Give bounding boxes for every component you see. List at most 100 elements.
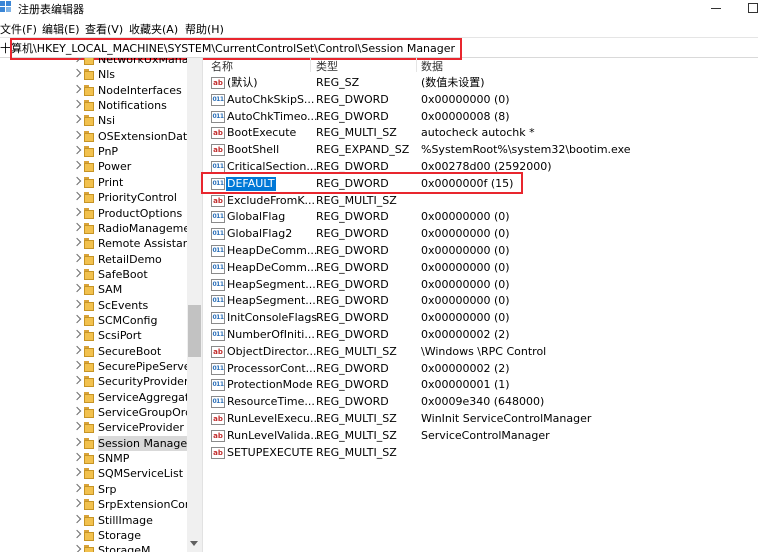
value-row[interactable]: 011 HeapSegment... REG_DWORD 0x00000000 (0) <box>204 277 758 293</box>
tree-item[interactable]: SrpExtensionCon <box>0 497 202 512</box>
tree-item[interactable]: RadioManageme <box>0 221 202 236</box>
value-row[interactable]: 011 ProtectionMode REG_DWORD 0x00000001 (1) <box>204 377 758 393</box>
chevron-right-icon[interactable] <box>72 391 82 400</box>
tree-item[interactable]: StorageM <box>0 543 202 552</box>
tree-item[interactable]: SQMServiceList <box>0 466 202 481</box>
value-row[interactable]: 011 HeapDeComm... REG_DWORD 0x00000000 (0) <box>204 243 758 259</box>
tree-item[interactable]: Print <box>0 175 202 190</box>
tree-item[interactable]: RetailDemo <box>0 252 202 267</box>
tree-item[interactable]: Srp <box>0 482 202 497</box>
values-list[interactable]: 名称 类型 数据 ab (默认) REG_SZ (数值未设置) 011 AutoChkSk… <box>204 58 758 552</box>
chevron-right-icon[interactable] <box>72 161 82 170</box>
tree-item[interactable]: Remote Assistanc <box>0 236 202 251</box>
tree-item[interactable]: ScsiPort <box>0 328 202 343</box>
value-name[interactable]: NumberOfIniti... <box>226 328 316 342</box>
chevron-right-icon[interactable] <box>72 437 82 446</box>
chevron-right-icon[interactable] <box>72 145 82 155</box>
value-name[interactable]: GlobalFlag <box>226 210 286 224</box>
column-header-type[interactable]: 类型 <box>316 58 338 73</box>
chevron-right-icon[interactable] <box>72 58 82 63</box>
tree-item[interactable]: ServiceProvider <box>0 420 202 435</box>
chevron-right-icon[interactable] <box>72 406 82 416</box>
value-name[interactable]: ObjectDirector... <box>226 345 318 359</box>
column-separator[interactable] <box>310 58 311 72</box>
value-row[interactable]: 011 HeapSegment... REG_DWORD 0x00000000 (0) <box>204 293 758 309</box>
tree-item[interactable]: Nsi <box>0 113 202 128</box>
value-row[interactable]: ab SETUPEXECUTE REG_MULTI_SZ <box>204 445 758 461</box>
tree-item[interactable]: StillImage <box>0 513 202 528</box>
tree-item[interactable]: ServiceGroupOrd <box>0 405 202 420</box>
menu-favorites[interactable]: 收藏夹(A) <box>129 21 178 37</box>
value-name[interactable]: HeapSegment... <box>226 294 317 308</box>
value-name[interactable]: InitConsoleFlags <box>226 311 318 325</box>
menu-edit[interactable]: 编辑(E) <box>42 21 80 37</box>
chevron-right-icon[interactable] <box>72 299 82 308</box>
maximize-icon[interactable] <box>748 3 758 13</box>
value-row[interactable]: 011 AutoChkSkipS... REG_DWORD 0x00000000 (0… <box>204 92 758 108</box>
value-name[interactable]: (默认) <box>226 76 259 90</box>
tree-item[interactable]: SAM <box>0 282 202 297</box>
value-row[interactable]: ab BootShell REG_EXPAND_SZ %SystemRoot%\sys… <box>204 142 758 158</box>
value-name[interactable]: RunLevelExecu... <box>226 412 322 426</box>
column-header-data[interactable]: 数据 <box>421 58 443 73</box>
value-name[interactable]: HeapDeComm... <box>226 244 318 258</box>
value-row[interactable]: 011 InitConsoleFlags REG_DWORD 0x00000000 (… <box>204 310 758 326</box>
tree-item[interactable]: Session Manager <box>0 435 202 451</box>
tree-scroll-thumb[interactable] <box>188 305 201 357</box>
value-row[interactable]: ab RunLevelExecu... REG_MULTI_SZ WinInit Se… <box>204 411 758 427</box>
value-row[interactable]: ab (默认) REG_SZ (数值未设置) <box>204 75 758 91</box>
chevron-right-icon[interactable] <box>72 376 82 385</box>
value-row[interactable]: 011 ProcessorCont... REG_DWORD 0x00000002 (… <box>204 361 758 377</box>
chevron-right-icon[interactable] <box>72 422 82 431</box>
chevron-right-icon[interactable] <box>72 360 82 370</box>
menu-help[interactable]: 帮助(H) <box>185 21 224 37</box>
menu-view[interactable]: 查看(V) <box>85 21 123 37</box>
chevron-right-icon[interactable] <box>72 514 82 523</box>
tree-item[interactable]: SafeBoot <box>0 267 202 282</box>
chevron-right-icon[interactable] <box>72 483 82 493</box>
tree-item[interactable]: Nls <box>0 67 202 82</box>
chevron-right-icon[interactable] <box>72 529 82 539</box>
value-name[interactable]: AutoChkTimeo... <box>226 110 319 124</box>
value-row[interactable]: 011 HeapDeComm... REG_DWORD 0x00000000 (0) <box>204 260 758 276</box>
value-name[interactable]: ProtectionMode <box>226 378 314 392</box>
tree-item[interactable]: NetworkUxManag <box>0 58 202 67</box>
chevron-right-icon[interactable] <box>72 452 82 462</box>
chevron-right-icon[interactable] <box>72 176 82 186</box>
menu-file[interactable]: 文件(F) <box>0 21 37 37</box>
value-name[interactable]: ExcludeFromK... <box>226 194 316 208</box>
tree-item[interactable]: OSExtensionDatal <box>0 129 202 144</box>
chevron-right-icon[interactable] <box>72 253 82 262</box>
chevron-right-icon[interactable] <box>72 330 82 339</box>
tree-item[interactable]: SNMP <box>0 451 202 466</box>
value-row[interactable]: 011 GlobalFlag2 REG_DWORD 0x00000000 (0) <box>204 226 758 242</box>
chevron-right-icon[interactable] <box>72 345 82 354</box>
tree-item[interactable]: PriorityControl <box>0 190 202 205</box>
value-name[interactable]: GlobalFlag2 <box>226 227 293 241</box>
chevron-right-icon[interactable] <box>72 207 82 216</box>
minimize-icon[interactable] <box>708 0 724 16</box>
chevron-right-icon[interactable] <box>72 99 82 109</box>
tree-item[interactable]: SCMConfig <box>0 313 202 328</box>
chevron-right-icon[interactable] <box>72 115 82 124</box>
chevron-right-icon[interactable] <box>72 191 82 201</box>
key-tree[interactable]: NetworkUxManag Nls NodeInterfaces Notificat… <box>0 58 203 552</box>
value-row[interactable]: 011 GlobalFlag REG_DWORD 0x00000000 (0) <box>204 209 758 225</box>
value-name[interactable]: BootExecute <box>226 126 297 140</box>
value-name[interactable]: BootShell <box>226 143 280 157</box>
chevron-right-icon[interactable] <box>72 268 82 278</box>
chevron-right-icon[interactable] <box>72 130 82 139</box>
scroll-down-icon[interactable] <box>190 541 198 546</box>
value-row[interactable]: ab BootExecute REG_MULTI_SZ autocheck autoc… <box>204 125 758 141</box>
value-row[interactable]: 011 AutoChkTimeo... REG_DWORD 0x00000008 (8… <box>204 109 758 125</box>
tree-item[interactable]: Power <box>0 159 202 174</box>
column-header-name[interactable]: 名称 <box>211 58 233 73</box>
value-row[interactable]: ab ExcludeFromK... REG_MULTI_SZ <box>204 193 758 209</box>
tree-item[interactable]: ScEvents <box>0 298 202 313</box>
chevron-right-icon[interactable] <box>72 84 82 93</box>
value-name[interactable]: HeapDeComm... <box>226 261 318 275</box>
value-name[interactable]: ResourceTime... <box>226 395 316 409</box>
chevron-right-icon[interactable] <box>72 468 82 477</box>
chevron-right-icon[interactable] <box>72 498 82 508</box>
chevron-right-icon[interactable] <box>72 314 82 324</box>
